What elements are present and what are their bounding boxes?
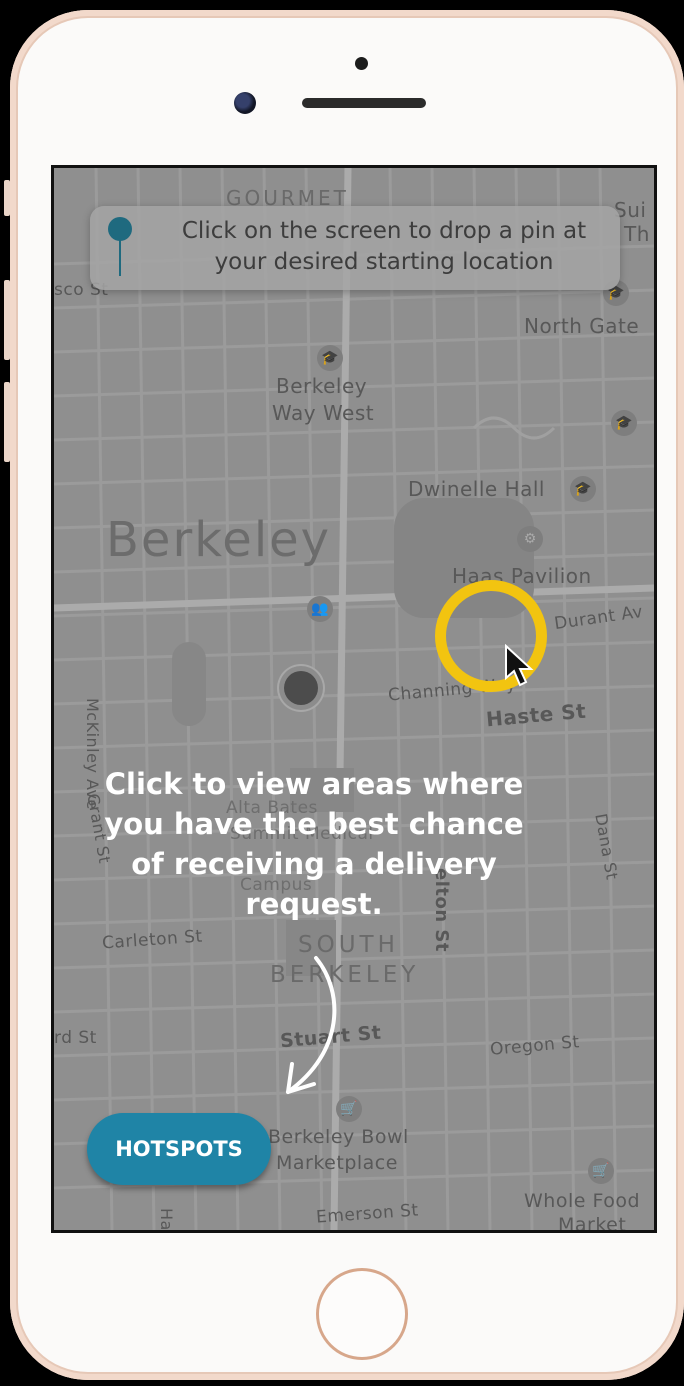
street-label-ha: Ha: [157, 1208, 176, 1231]
current-location-marker: [284, 671, 318, 705]
school-icon: 🎓: [611, 410, 637, 436]
people-icon: 👥: [307, 596, 333, 622]
mouse-pointer-icon: [505, 644, 534, 687]
instruction-tooltip-text: Click on the screen to drop a pin at you…: [181, 218, 587, 275]
school-icon: 🎓: [317, 345, 343, 371]
earpiece-speaker: [302, 98, 426, 108]
place-label-suite-partial-2: Th: [624, 222, 650, 246]
place-label-north-gate: North Gate: [524, 314, 640, 338]
place-label-berkeley-way-west-2: Way West: [272, 401, 375, 425]
proximity-sensor: [355, 57, 368, 70]
mute-switch: [4, 180, 10, 216]
place-label-berkeley-way-west-1: Berkeley: [276, 374, 368, 398]
map-screen[interactable]: GOURMET sco St Sui Th 🎓 Berkeley Way Wes…: [51, 165, 657, 1233]
city-label: Berkeley: [106, 512, 332, 568]
school-icon: 🎓: [570, 476, 596, 502]
shopping-cart-icon: 🛒: [588, 1158, 614, 1184]
place-label-whole-foods-1: Whole Food: [524, 1190, 641, 1212]
place-label-berkeley-bowl-2: Marketplace: [276, 1152, 398, 1174]
volume-down-button: [4, 382, 10, 462]
hotspots-button[interactable]: HOTSPOTS: [87, 1113, 271, 1185]
place-label-whole-foods-2: Market: [558, 1214, 627, 1233]
curved-arrow-icon: [286, 956, 337, 1094]
map-pin-icon: [108, 217, 132, 241]
place-label-dwinelle-hall: Dwinelle Hall: [408, 477, 545, 501]
front-camera-icon: [234, 92, 256, 114]
home-button[interactable]: [316, 1268, 408, 1360]
hotspots-guide-text: Click to view areas where you have the b…: [104, 767, 524, 921]
map-pin-icon-stem: [119, 238, 121, 276]
stadium-icon: ⚙: [517, 526, 543, 552]
street-label-ward: rd St: [54, 1028, 97, 1048]
volume-up-button: [4, 280, 10, 360]
place-label-berkeley-bowl-1: Berkeley Bowl: [268, 1126, 409, 1148]
